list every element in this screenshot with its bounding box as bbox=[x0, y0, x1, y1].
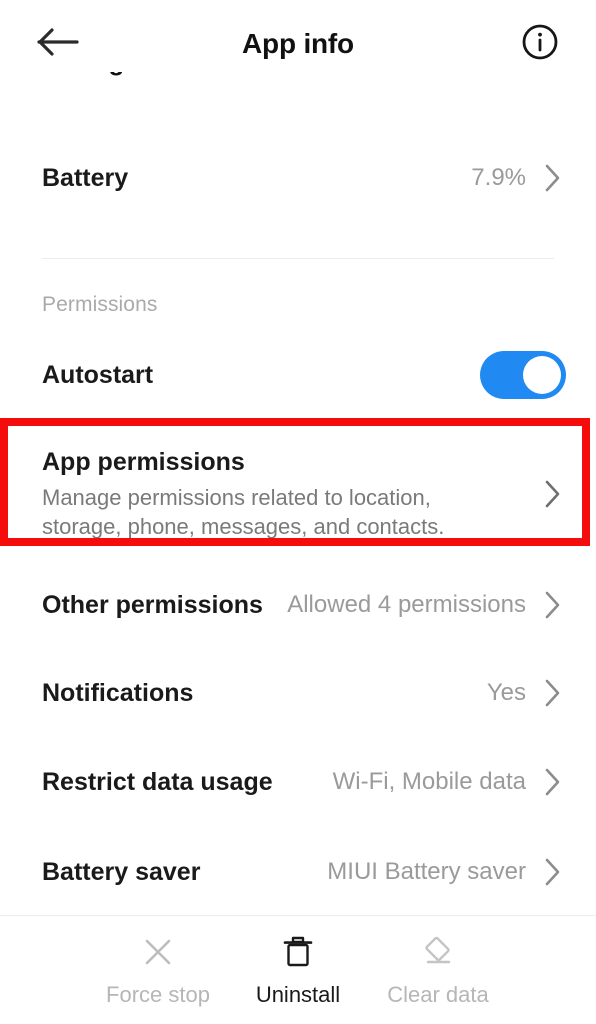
app-info-screen: App info Storage Battery 7.9% bbox=[0, 0, 596, 1024]
list-item-label: App permissions bbox=[42, 447, 245, 476]
row-texts: Battery saver bbox=[42, 857, 313, 887]
page-title: App info bbox=[242, 28, 354, 59]
close-x-icon bbox=[140, 932, 176, 972]
trash-icon bbox=[281, 932, 315, 972]
list-item-label: Autostart bbox=[42, 361, 154, 389]
row-texts: Notifications bbox=[42, 678, 473, 708]
uninstall-label: Uninstall bbox=[255, 982, 341, 1007]
clear-data-button[interactable]: Clear data bbox=[368, 932, 508, 1008]
list-item-description: Manage permissions related to location, … bbox=[42, 484, 445, 539]
list-item-label: Battery bbox=[42, 164, 129, 192]
row-texts: App permissions Manage permissions relat… bbox=[42, 447, 526, 541]
info-circle-icon bbox=[520, 22, 560, 67]
list-item-label: Other permissions bbox=[42, 591, 263, 619]
row-texts: Restrict data usage bbox=[42, 767, 319, 797]
list-item-value: Yes bbox=[486, 679, 526, 706]
scrolled-off-row-label: Storage bbox=[42, 72, 442, 77]
list-item-label: Restrict data usage bbox=[42, 768, 273, 796]
scrolled-off-row-fragment: Storage bbox=[42, 72, 442, 94]
list-item-value: MIUI Battery saver bbox=[327, 858, 526, 885]
toggle-knob bbox=[523, 356, 561, 394]
list-item-notifications[interactable]: Notifications Yes bbox=[0, 649, 596, 737]
list-item-label: Notifications bbox=[42, 679, 194, 707]
list-item-battery[interactable]: Battery 7.9% bbox=[0, 132, 596, 224]
action-bar: Force stop Uninstall Clear data bbox=[0, 916, 596, 1024]
list-item-autostart[interactable]: Autostart bbox=[0, 329, 596, 421]
row-texts: Battery bbox=[42, 163, 457, 193]
back-button[interactable] bbox=[30, 16, 86, 72]
list-item-value: 7.9% bbox=[471, 164, 526, 191]
autostart-toggle[interactable] bbox=[480, 351, 566, 399]
section-label-permissions: Permissions bbox=[42, 293, 158, 316]
chevron-right-icon bbox=[540, 163, 566, 193]
row-texts: Autostart bbox=[42, 360, 480, 390]
chevron-right-icon bbox=[540, 678, 566, 708]
chevron-right-icon bbox=[540, 590, 566, 620]
list-item-restrict-data-usage[interactable]: Restrict data usage Wi-Fi, Mobile data bbox=[0, 737, 596, 827]
chevron-right-icon bbox=[540, 857, 566, 887]
app-details-info-button[interactable] bbox=[514, 18, 566, 70]
uninstall-button[interactable]: Uninstall bbox=[228, 932, 368, 1008]
list-item-battery-saver[interactable]: Battery saver MIUI Battery saver bbox=[0, 827, 596, 917]
list-item-value: Wi-Fi, Mobile data bbox=[332, 768, 526, 795]
list-item-app-permissions[interactable]: App permissions Manage permissions relat… bbox=[0, 435, 596, 553]
list-item-other-permissions[interactable]: Other permissions Allowed 4 permissions bbox=[0, 561, 596, 649]
list-item-value: Allowed 4 permissions bbox=[287, 591, 526, 618]
eraser-icon bbox=[419, 932, 457, 972]
clear-data-label: Clear data bbox=[387, 982, 489, 1007]
row-texts: Other permissions bbox=[42, 590, 273, 620]
chevron-right-icon bbox=[540, 767, 566, 797]
chevron-right-icon bbox=[540, 479, 566, 509]
list-item-label: Battery saver bbox=[42, 858, 201, 886]
arrow-left-icon bbox=[37, 27, 79, 62]
settings-list: Battery 7.9% Permissions Autostart App p… bbox=[0, 132, 596, 917]
force-stop-label: Force stop bbox=[106, 982, 210, 1007]
force-stop-button[interactable]: Force stop bbox=[88, 932, 228, 1008]
